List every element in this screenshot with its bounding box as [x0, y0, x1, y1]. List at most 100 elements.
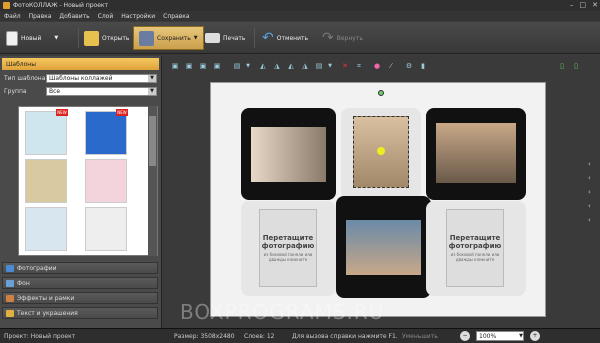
menu-add[interactable]: Добавить — [59, 13, 89, 20]
print-label: Печать — [223, 34, 246, 42]
status-bar: Проект: Новый проект Размер: 3508x2480 С… — [0, 328, 600, 343]
group-label: Группа — [4, 87, 27, 95]
background-icon — [6, 280, 14, 287]
color-palette-icon[interactable]: ● — [371, 60, 383, 72]
delete-icon[interactable]: ✕ — [339, 60, 351, 72]
settings-gear-icon[interactable]: ⚙ — [403, 60, 415, 72]
photo-slot[interactable] — [251, 127, 326, 182]
flip-horizontal-icon[interactable]: ◭ — [285, 60, 297, 72]
new-document-icon — [6, 30, 18, 46]
lock-icon[interactable]: ▮ — [417, 60, 429, 72]
photo-slot[interactable] — [346, 220, 421, 275]
accordion-photos-label: Фотографии — [17, 264, 57, 272]
chevron-down-icon: ▼ — [148, 74, 156, 82]
undo-label: Отменить — [276, 34, 309, 42]
side-tab-arrow-icon[interactable]: ‹ — [588, 216, 591, 224]
side-tab-arrow-icon[interactable]: ‹ — [588, 202, 591, 210]
redo-label: Вернуть — [336, 34, 363, 42]
templates-header[interactable]: Шаблоны — [2, 58, 159, 70]
accordion-effects[interactable]: Эффекты и рамки — [2, 292, 158, 304]
menu-settings[interactable]: Настройки — [121, 13, 155, 20]
template-gallery: NEW NEW — [18, 106, 158, 256]
effects-icon — [6, 295, 14, 302]
placeholder-title: Перетащите фотографию — [448, 234, 502, 250]
watermark: BOXPROGRAMS.RU — [180, 300, 385, 324]
canvas-size: Размер: 3508x2480 — [174, 332, 235, 340]
help-hint: Для вызова справки нажмите F1. — [292, 332, 398, 340]
maximize-icon[interactable]: □ — [580, 1, 587, 9]
template-type-select[interactable]: Шаблоны коллажей ▼ — [46, 73, 157, 83]
flip-left-icon[interactable]: ◭ — [257, 60, 269, 72]
template-thumbnail[interactable] — [25, 159, 67, 203]
menu-layer[interactable]: Слой — [98, 13, 114, 20]
accordion-background[interactable]: Фон — [2, 277, 158, 289]
templates-header-label: Шаблоны — [6, 60, 36, 68]
bring-front-icon[interactable]: ▣ — [169, 60, 181, 72]
zoom-in-icon[interactable]: + — [530, 331, 540, 341]
save-button[interactable]: Сохранить ▼ — [133, 26, 204, 50]
menu-file[interactable]: Файл — [4, 13, 21, 20]
flip-vertical-icon[interactable]: ◮ — [299, 60, 311, 72]
align-dropdown-icon[interactable]: ▼ — [245, 60, 251, 72]
center-handle-icon[interactable] — [377, 147, 385, 155]
toolbar-divider — [254, 28, 255, 48]
import-page-icon[interactable]: ▯ — [570, 60, 582, 72]
collage-canvas[interactable]: Перетащите фотографию из боковой панели … — [210, 82, 546, 317]
photo-slot[interactable] — [436, 123, 516, 183]
send-backward-icon[interactable]: ▣ — [197, 60, 209, 72]
placeholder-subtitle: из боковой панели или дважды кликните — [450, 252, 500, 262]
open-button[interactable]: Открыть — [84, 26, 129, 50]
close-icon[interactable]: ✕ — [592, 1, 598, 9]
new-badge: NEW — [116, 109, 128, 116]
gallery-scrollbar[interactable] — [148, 106, 157, 256]
template-thumbnail[interactable]: NEW — [25, 109, 68, 155]
flip-right-icon[interactable]: ◮ — [271, 60, 283, 72]
template-type-row: Тип шаблона Шаблоны коллажей ▼ — [4, 73, 157, 83]
folder-icon — [84, 30, 99, 46]
redo-button[interactable]: ↷ Вернуть — [322, 26, 363, 50]
new-label: Новый — [21, 34, 42, 42]
export-page-icon[interactable]: ▯ — [556, 60, 568, 72]
template-thumbnail[interactable] — [85, 207, 127, 251]
main-toolbar: Новый ▼ Открыть Сохранить ▼ Печать ↶ Отм… — [0, 22, 600, 54]
chevron-down-icon: ▼ — [148, 87, 156, 95]
align-icon[interactable]: ▤ — [231, 60, 243, 72]
chevron-down-icon[interactable]: ▼ — [54, 35, 58, 41]
zoom-out-icon[interactable]: − — [460, 331, 470, 341]
photo-placeholder[interactable]: Перетащите фотографию из боковой панели … — [259, 209, 317, 287]
zoom-select[interactable]: 100% ▼ — [476, 331, 524, 341]
send-back-icon[interactable]: ▣ — [211, 60, 223, 72]
rotate-handle-icon[interactable] — [378, 90, 384, 96]
arrange-icon[interactable]: ▤ — [313, 60, 325, 72]
toolbar-divider — [78, 28, 79, 48]
new-button[interactable]: Новый ▼ — [6, 26, 58, 50]
save-disk-icon — [139, 30, 154, 46]
group-value: Все — [49, 87, 61, 95]
side-tab-arrow-icon[interactable]: ‹ — [588, 174, 591, 182]
text-icon — [6, 310, 14, 317]
side-tabs: ‹ ‹ ‹ ‹ ‹ — [588, 160, 591, 224]
photo-placeholder[interactable]: Перетащите фотографию из боковой панели … — [446, 209, 504, 287]
menu-help[interactable]: Справка — [163, 13, 189, 20]
undo-button[interactable]: ↶ Отменить — [262, 26, 308, 50]
chevron-down-icon[interactable]: ▼ — [194, 35, 198, 41]
side-tab-arrow-icon[interactable]: ‹ — [588, 188, 591, 196]
minimize-icon[interactable]: – — [570, 1, 574, 9]
template-thumbnail[interactable] — [25, 207, 67, 251]
magic-wand-icon[interactable]: ⁄ — [385, 60, 397, 72]
template-thumbnail[interactable]: NEW — [85, 109, 128, 155]
layer-count: Слоев: 12 — [244, 332, 275, 340]
open-label: Открыть — [102, 34, 130, 42]
printer-icon — [205, 33, 220, 43]
accordion-photos[interactable]: Фотографии — [2, 262, 158, 274]
group-select[interactable]: Все ▼ — [46, 86, 157, 96]
menu-edit[interactable]: Правка — [29, 13, 52, 20]
print-button[interactable]: Печать — [205, 26, 245, 50]
template-thumbnail[interactable] — [85, 159, 127, 203]
arrange-dropdown-icon[interactable]: ▼ — [327, 60, 333, 72]
side-tab-arrow-icon[interactable]: ‹ — [588, 160, 591, 168]
bring-forward-icon[interactable]: ▣ — [183, 60, 195, 72]
scrollbar-thumb[interactable] — [149, 116, 156, 166]
crop-icon[interactable]: ⌗ — [353, 60, 365, 72]
accordion-text[interactable]: Текст и украшения — [2, 307, 158, 319]
